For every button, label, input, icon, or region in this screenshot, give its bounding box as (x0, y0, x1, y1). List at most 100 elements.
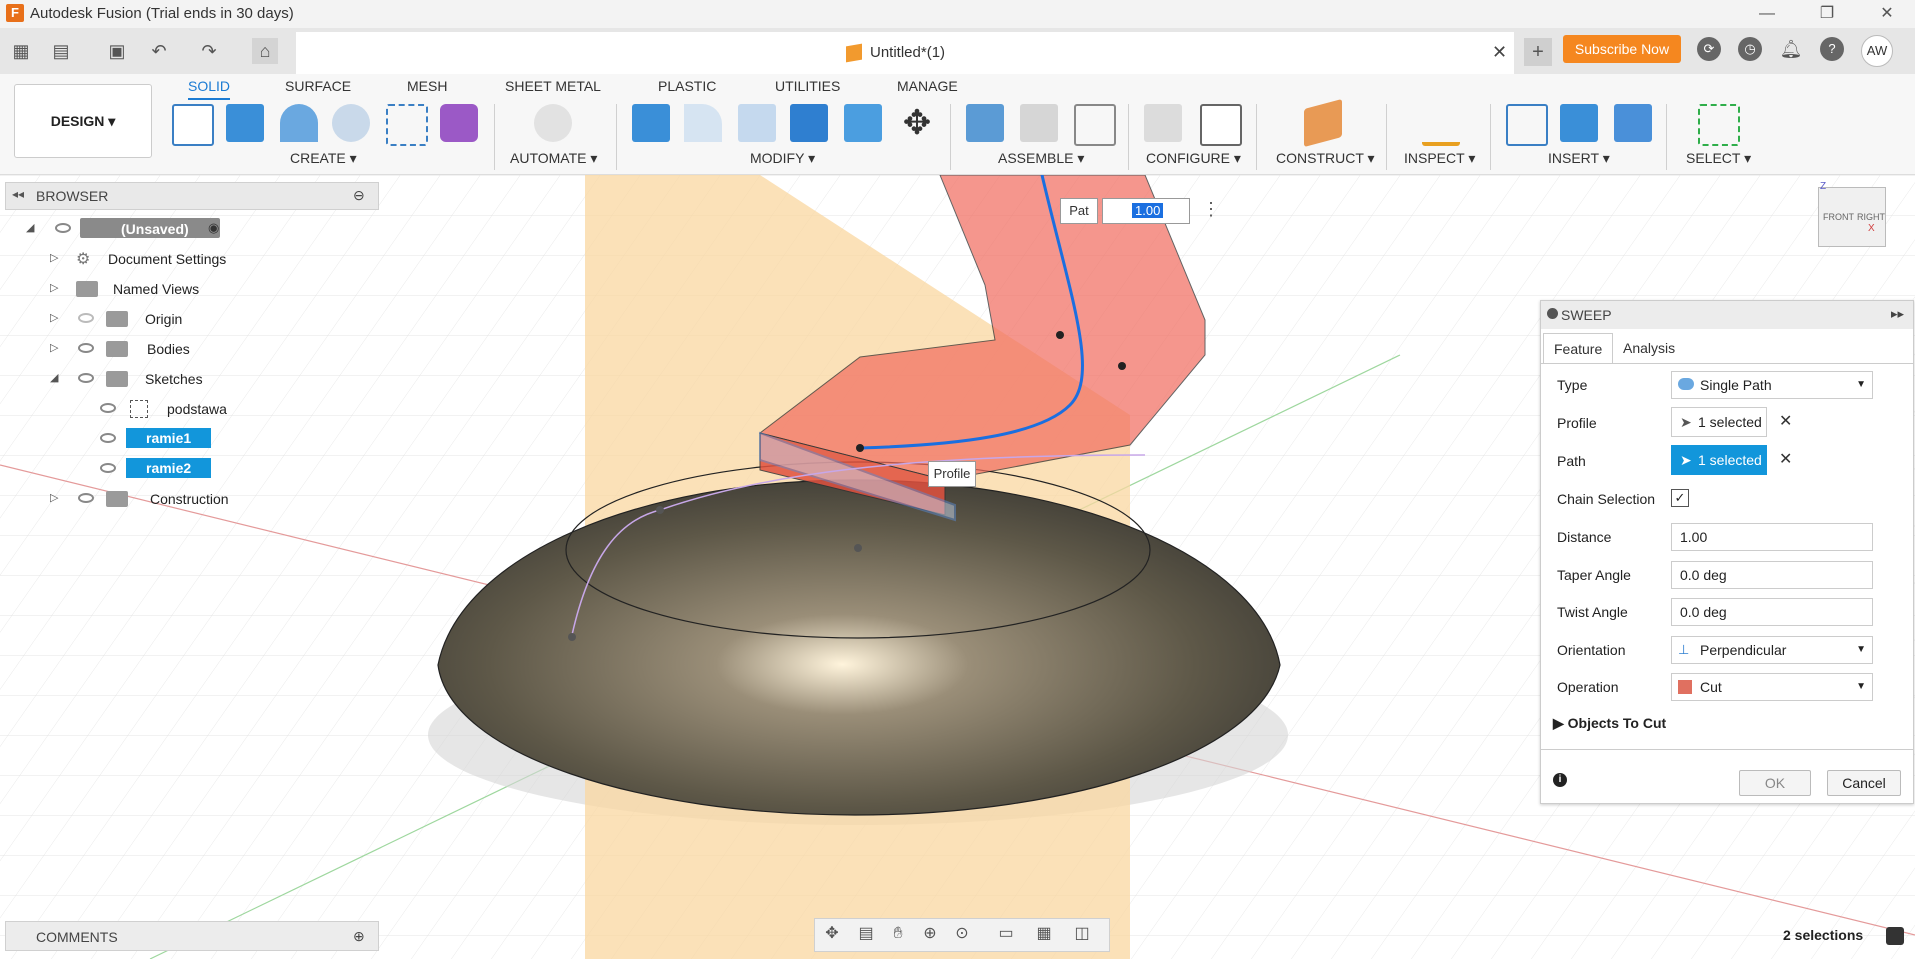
bom-icon[interactable] (1074, 104, 1116, 146)
tree-item-ramie1[interactable]: ramie1 (0, 426, 260, 452)
split-icon[interactable] (844, 104, 882, 142)
view-cube-right[interactable]: RIGHT (1857, 212, 1885, 222)
grid-settings-icon[interactable]: ▦ (1035, 925, 1053, 943)
expand-arrow-icon[interactable]: ◢ (26, 221, 34, 234)
fit-zoom-icon[interactable]: ⊙ (953, 925, 971, 943)
sweep-dialog-header[interactable]: SWEEP ▸▸ (1541, 301, 1913, 329)
visibility-eye-icon[interactable] (78, 373, 94, 383)
insert-group-label[interactable]: INSERT ▾ (1548, 150, 1610, 167)
sketch-point[interactable] (854, 544, 862, 552)
collapse-browser-icon[interactable]: ◂◂ (12, 187, 24, 201)
tree-item-named-views[interactable]: ▷ Named Views (0, 276, 260, 302)
assemble-group-label[interactable]: ASSEMBLE ▾ (998, 150, 1084, 167)
select-group-label[interactable]: SELECT ▾ (1686, 150, 1751, 167)
visibility-eye-icon[interactable] (78, 343, 94, 353)
sketch-point[interactable] (1118, 362, 1126, 370)
taper-angle-input[interactable]: 0.0 deg (1671, 561, 1873, 589)
configure-group-label[interactable]: CONFIGURE ▾ (1146, 150, 1241, 167)
orientation-dropdown[interactable]: ⊥ Perpendicular ▼ (1671, 636, 1873, 664)
expand-arrow-icon[interactable]: ▷ (50, 491, 58, 504)
create-group-label[interactable]: CREATE ▾ (290, 150, 357, 167)
sketch-point[interactable] (568, 633, 576, 641)
tree-item-origin[interactable]: ▷ Origin (0, 306, 260, 332)
path-point[interactable] (856, 444, 864, 452)
help-icon[interactable]: ? (1820, 37, 1844, 61)
inspect-group-label[interactable]: INSPECT ▾ (1404, 150, 1475, 167)
tab-sheet-metal[interactable]: SHEET METAL (505, 74, 601, 98)
visibility-eye-icon[interactable] (100, 403, 116, 413)
tree-item-document-settings[interactable]: ▷ ⚙ Document Settings (0, 246, 260, 272)
pan-hand-icon[interactable]: ✋︎ (889, 925, 907, 943)
clear-path-icon[interactable]: ✕ (1779, 449, 1792, 469)
look-at-icon[interactable]: ▤ (857, 925, 875, 943)
dialog-collapse-icon[interactable] (1547, 308, 1558, 319)
twist-angle-input[interactable]: 0.0 deg (1671, 598, 1873, 626)
document-tab[interactable]: Untitled*(1) ✕ (296, 32, 1514, 74)
modify-group-label[interactable]: MODIFY ▾ (750, 150, 815, 167)
workspace-dropdown[interactable]: DESIGN ▾ (14, 84, 152, 158)
insert-derive-icon[interactable] (1506, 104, 1548, 146)
undo-icon[interactable]: ↶ (146, 38, 172, 64)
cancel-button[interactable]: Cancel (1827, 770, 1901, 796)
configure-icon[interactable] (1144, 104, 1182, 142)
automate-icon[interactable] (534, 104, 572, 142)
expand-arrow-icon[interactable]: ▷ (50, 281, 58, 294)
more-options-icon[interactable]: ⋮ (1202, 199, 1220, 220)
orbit-icon[interactable]: ✥ (823, 925, 841, 943)
zoom-icon[interactable]: ⊕ (921, 925, 939, 943)
minimize-button[interactable]: — (1744, 2, 1790, 26)
measure-icon[interactable] (1422, 104, 1460, 146)
tab-mesh[interactable]: MESH (407, 74, 447, 98)
expand-arrow-icon[interactable]: ▷ (50, 341, 58, 354)
path-selector[interactable]: ➤ 1 selected (1671, 445, 1767, 475)
tree-item-bodies[interactable]: ▷ Bodies (0, 336, 260, 362)
home-icon[interactable]: ⌂ (252, 38, 278, 64)
view-cube[interactable]: FRONT RIGHT (1818, 187, 1886, 247)
shell-icon[interactable] (738, 104, 776, 142)
expand-arrow-icon[interactable]: ▷ (50, 251, 58, 264)
construct-plane-icon[interactable] (1304, 98, 1342, 148)
refresh-icon[interactable]: ⟳ (1697, 37, 1721, 61)
visibility-eye-icon[interactable] (100, 463, 116, 473)
visibility-eye-icon[interactable] (100, 433, 116, 443)
construct-group-label[interactable]: CONSTRUCT ▾ (1276, 150, 1375, 167)
redo-icon[interactable]: ↷ (196, 38, 222, 64)
tab-analysis[interactable]: Analysis (1613, 333, 1685, 363)
pattern-icon[interactable] (386, 104, 428, 146)
path-distance-input[interactable]: 1.00 (1102, 198, 1190, 224)
visibility-eye-icon[interactable] (55, 223, 71, 233)
create-sketch-icon[interactable] (172, 104, 214, 146)
hole-icon[interactable] (332, 104, 370, 142)
tree-item-ramie2[interactable]: ramie2 (0, 456, 260, 482)
history-icon[interactable]: ◷ (1738, 37, 1762, 61)
configuration-table-icon[interactable] (1200, 104, 1242, 146)
expand-arrow-icon[interactable]: ◢ (50, 371, 58, 384)
joint-icon[interactable] (1020, 104, 1058, 142)
user-avatar[interactable]: AW (1861, 35, 1893, 67)
tab-feature[interactable]: Feature (1543, 333, 1614, 364)
comments-panel[interactable]: COMMENTS ⊕ (5, 921, 379, 951)
objects-to-cut-section[interactable]: ▶ Objects To Cut (1553, 715, 1666, 732)
tab-plastic[interactable]: PLASTIC (658, 74, 716, 98)
automate-group-label[interactable]: AUTOMATE ▾ (510, 150, 597, 167)
insert-canvas-icon[interactable] (1614, 104, 1652, 142)
form-icon[interactable] (440, 104, 478, 142)
insert-mcmaster-icon[interactable] (1560, 104, 1598, 142)
display-settings-icon[interactable]: ▭ (997, 925, 1015, 943)
tab-surface[interactable]: SURFACE (285, 74, 351, 98)
info-icon[interactable]: i (1553, 773, 1567, 787)
close-tab-icon[interactable]: ✕ (1492, 42, 1507, 63)
apps-grid-icon[interactable]: ▦ (8, 38, 34, 64)
save-icon[interactable]: ▣ (104, 38, 130, 64)
profile-selector[interactable]: ➤ 1 selected (1671, 407, 1767, 437)
distance-input[interactable]: 1.00 (1671, 523, 1873, 551)
ok-button[interactable]: OK (1739, 770, 1811, 796)
tab-utilities[interactable]: UTILITIES (775, 74, 840, 98)
activate-radio-icon[interactable]: ◉ (208, 220, 219, 236)
hidden-eye-icon[interactable] (78, 313, 94, 323)
browser-pin-icon[interactable]: ⊖ (353, 187, 365, 204)
subscribe-button[interactable]: Subscribe Now (1563, 35, 1681, 63)
type-dropdown[interactable]: Single Path ▼ (1671, 371, 1873, 399)
tree-item-podstawa[interactable]: podstawa (0, 396, 260, 422)
file-menu-icon[interactable]: ▤ (48, 38, 74, 64)
